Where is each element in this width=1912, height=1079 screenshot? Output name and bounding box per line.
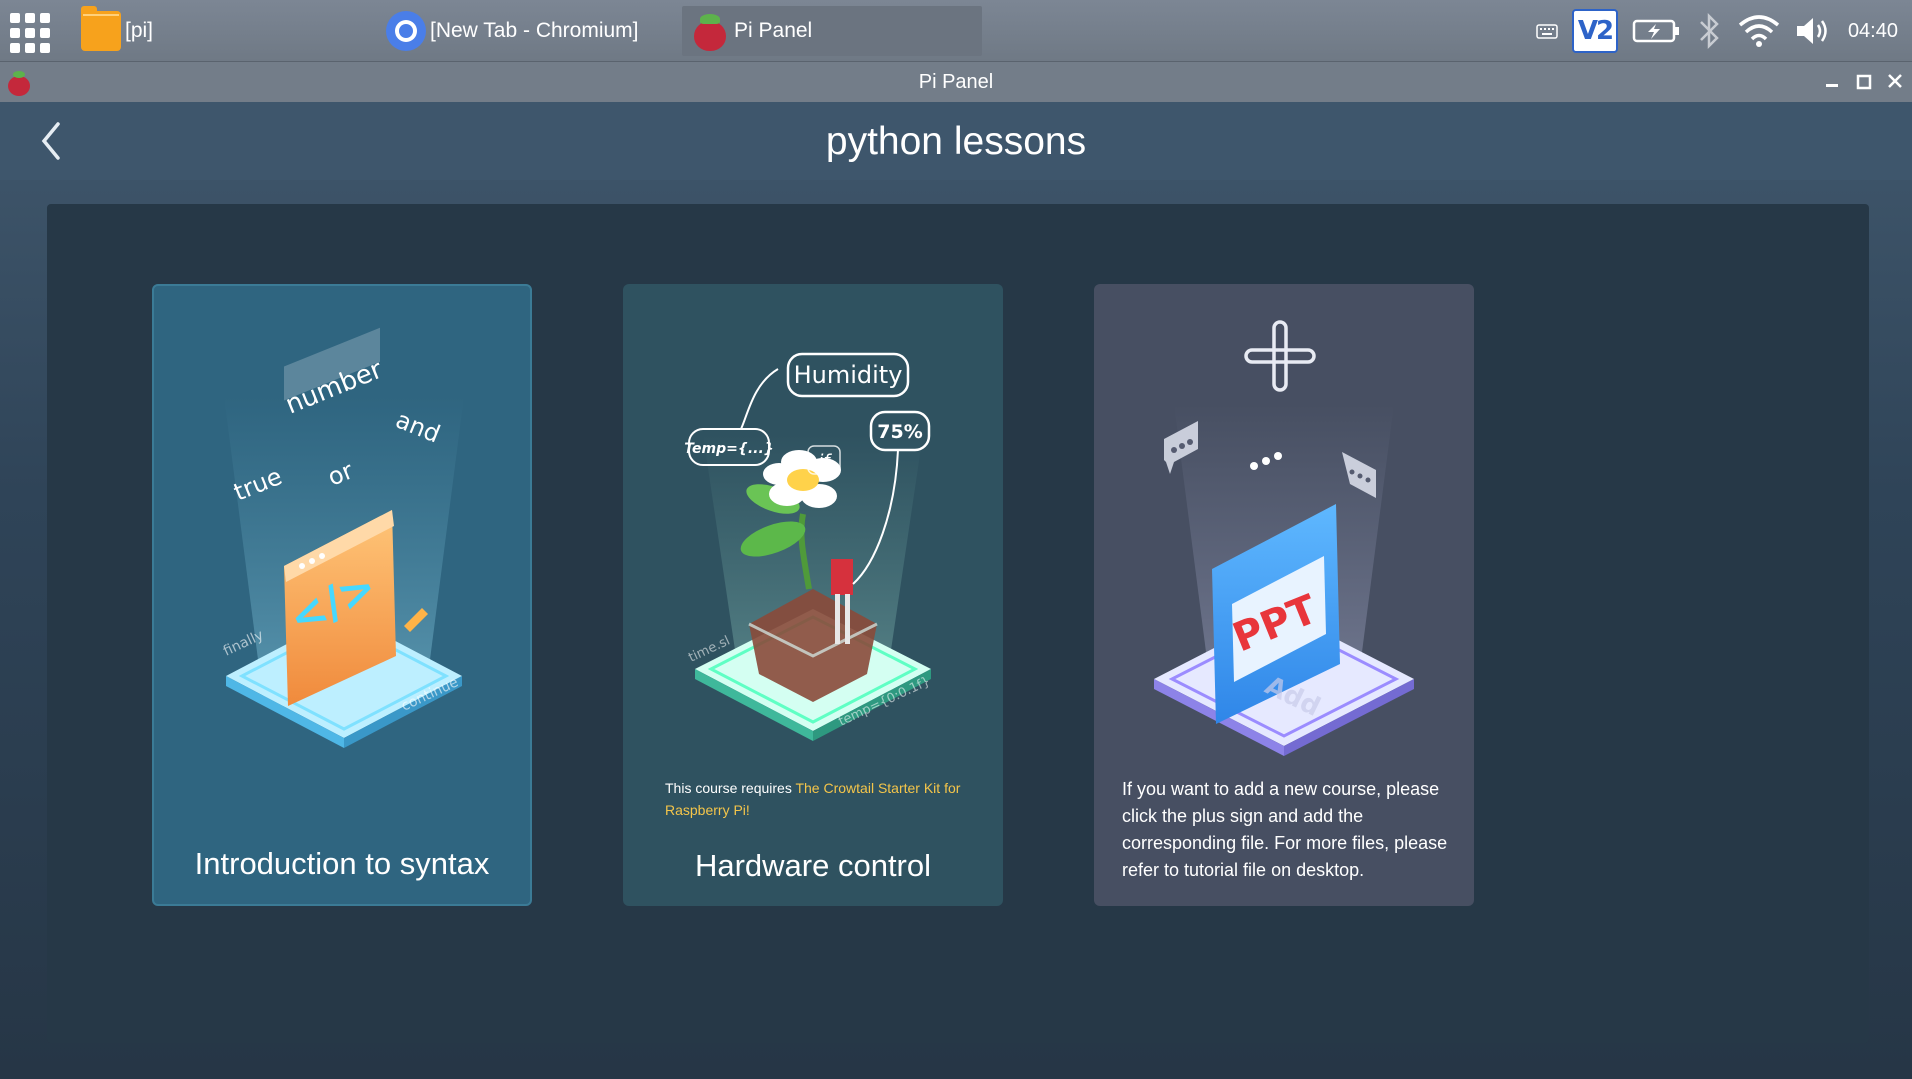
plant-sensor-illustration-icon: Humidity 75% Temp={...} if time.sl temp=… bbox=[684, 352, 933, 741]
close-button[interactable] bbox=[1881, 67, 1909, 97]
window-title: Pi Panel bbox=[918, 71, 994, 93]
taskbar-item-label: [pi] bbox=[125, 19, 154, 42]
svg-text:Humidity: Humidity bbox=[794, 361, 903, 389]
minimize-button[interactable] bbox=[1818, 67, 1846, 97]
page-title: python lessons bbox=[825, 120, 1087, 163]
taskbar: [pi] [New Tab - Chromium] Pi Panel V2 04… bbox=[0, 0, 1912, 62]
plus-icon bbox=[1244, 320, 1316, 392]
lesson-card-syntax[interactable]: </> number and true or finally continue … bbox=[152, 284, 532, 906]
chromium-icon bbox=[386, 11, 426, 51]
wifi-icon[interactable] bbox=[1738, 14, 1780, 48]
svg-text:Temp={...}: Temp={...} bbox=[684, 441, 773, 457]
window-titlebar: Pi Panel bbox=[0, 62, 1912, 102]
lesson-card-title: Introduction to syntax bbox=[194, 846, 490, 881]
volume-icon[interactable] bbox=[1794, 14, 1834, 48]
app-header: python lessons bbox=[0, 102, 1912, 180]
app-content: python lessons </> number and true or fi… bbox=[0, 102, 1912, 1079]
vnc-icon[interactable]: V2 bbox=[1571, 9, 1618, 53]
maximize-button[interactable] bbox=[1850, 67, 1878, 97]
battery-icon[interactable] bbox=[1632, 17, 1680, 45]
app-menu-grid-icon[interactable] bbox=[10, 13, 50, 53]
folder-icon bbox=[81, 6, 121, 51]
system-tray: V2 04:40 bbox=[1536, 0, 1912, 62]
taskbar-item-chromium[interactable]: [New Tab - Chromium] bbox=[378, 6, 678, 56]
raspberry-icon bbox=[690, 11, 730, 51]
svg-text:75%: 75% bbox=[877, 421, 922, 443]
bluetooth-icon[interactable] bbox=[1694, 12, 1724, 50]
add-course-card[interactable]: PPT Add If you want to add a new course, bbox=[1094, 284, 1474, 906]
lesson-card-hardware[interactable]: Humidity 75% Temp={...} if time.sl temp=… bbox=[623, 284, 1003, 906]
taskbar-item-label: Pi Panel bbox=[734, 19, 813, 42]
taskbar-item-pi-panel[interactable]: Pi Panel bbox=[682, 6, 982, 56]
add-course-description: If you want to add a new course, please … bbox=[1122, 779, 1448, 880]
lessons-panel: </> number and true or finally continue … bbox=[47, 204, 1869, 1043]
taskbar-item-files[interactable]: [pi] bbox=[73, 6, 373, 56]
add-course-plus-button[interactable] bbox=[1240, 316, 1320, 396]
clock[interactable]: 04:40 bbox=[1848, 20, 1898, 43]
keyboard-icon[interactable] bbox=[1536, 22, 1558, 40]
course-requirement-note: This course requires The Crowtail Starte… bbox=[665, 780, 961, 818]
syntax-illustration-icon: </> number and true or finally continue bbox=[221, 327, 464, 748]
lesson-card-title: Hardware control bbox=[694, 848, 932, 883]
taskbar-item-label: [New Tab - Chromium] bbox=[430, 19, 639, 42]
